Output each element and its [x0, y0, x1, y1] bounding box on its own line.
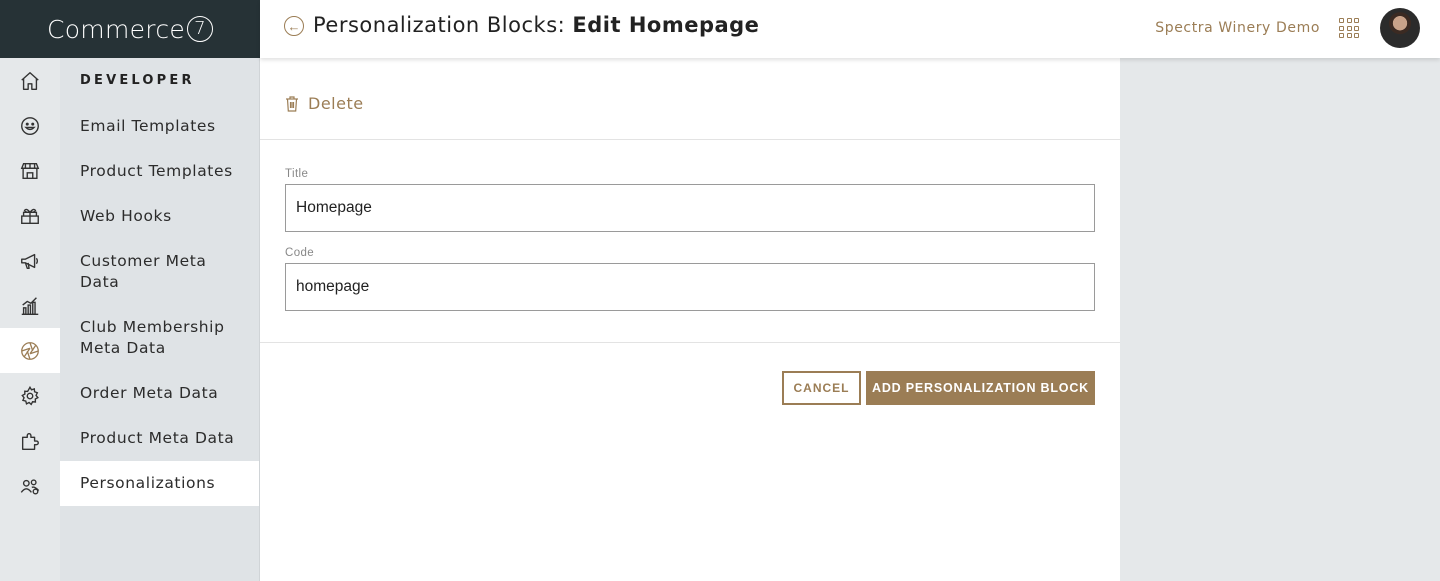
right-pane — [1120, 58, 1440, 581]
add-personalization-block-button[interactable]: ADD PERSONALIZATION BLOCK — [866, 371, 1095, 405]
delete-toolbar: Delete — [260, 58, 1120, 140]
megaphone-icon — [21, 253, 39, 269]
gear-icon — [21, 385, 39, 406]
store-name-link[interactable]: Spectra Winery Demo — [1155, 20, 1320, 36]
cancel-button[interactable]: CANCEL — [782, 371, 861, 405]
subnav-item-web-hooks[interactable]: Web Hooks — [60, 206, 259, 227]
rail-item-home[interactable] — [0, 58, 60, 103]
bar-chart-icon — [21, 296, 39, 315]
sub-navigation: DEVELOPER Email Templates Product Templa… — [60, 58, 260, 581]
rail-item-settings[interactable] — [0, 373, 60, 418]
rail-item-apps[interactable] — [0, 418, 60, 463]
subnav-item-email-templates[interactable]: Email Templates — [60, 116, 259, 137]
subnav-item-club-membership-meta-data[interactable]: Club Membership Meta Data — [60, 317, 259, 359]
rail-item-marketing[interactable] — [0, 238, 60, 283]
rail-item-store[interactable] — [0, 148, 60, 193]
smiley-icon — [21, 116, 39, 135]
users-icon — [20, 478, 40, 494]
rail-item-customers[interactable] — [0, 103, 60, 148]
rail-item-club[interactable] — [0, 193, 60, 238]
delete-label: Delete — [308, 94, 364, 113]
puzzle-icon — [21, 432, 39, 450]
rail-item-team[interactable] — [0, 463, 60, 508]
divider — [260, 342, 1120, 343]
apps-grid-icon[interactable] — [1339, 18, 1359, 38]
page-title: Personalization Blocks: Edit Homepage — [313, 13, 759, 37]
delete-button[interactable]: Delete — [285, 94, 364, 113]
icon-rail — [0, 58, 60, 581]
rail-item-developer[interactable] — [0, 328, 60, 373]
subnav-item-customer-meta-data[interactable]: Customer Meta Data — [60, 251, 259, 293]
rail-item-reports[interactable] — [0, 283, 60, 328]
code-field[interactable] — [285, 263, 1095, 311]
avatar[interactable] — [1380, 8, 1420, 48]
subnav-heading: DEVELOPER — [80, 73, 195, 88]
code-field-label: Code — [285, 247, 315, 259]
brand-name: Commerce 7 — [47, 15, 214, 44]
page-title-prefix: Personalization Blocks: — [313, 13, 573, 37]
aperture-icon — [21, 341, 39, 360]
subnav-item-product-meta-data[interactable]: Product Meta Data — [60, 428, 259, 449]
top-header: ← Personalization Blocks: Edit Homepage … — [260, 0, 1440, 58]
back-arrow-icon[interactable]: ← — [284, 16, 304, 36]
subnav-item-product-templates[interactable]: Product Templates — [60, 161, 259, 182]
title-field[interactable] — [285, 184, 1095, 232]
trash-icon — [286, 95, 298, 112]
brand-mark: 7 — [187, 15, 214, 42]
main-content: Delete Title Code CANCEL ADD PERSONALIZA… — [260, 58, 1120, 581]
home-icon — [21, 71, 39, 90]
store-icon — [20, 162, 40, 179]
subnav-item-personalizations[interactable]: Personalizations — [60, 461, 259, 506]
title-field-label: Title — [285, 168, 309, 180]
gift-box-icon — [21, 208, 39, 224]
page-title-strong: Edit Homepage — [572, 13, 760, 37]
subnav-item-order-meta-data[interactable]: Order Meta Data — [60, 383, 259, 404]
brand-logo[interactable]: Commerce 7 — [0, 0, 260, 58]
